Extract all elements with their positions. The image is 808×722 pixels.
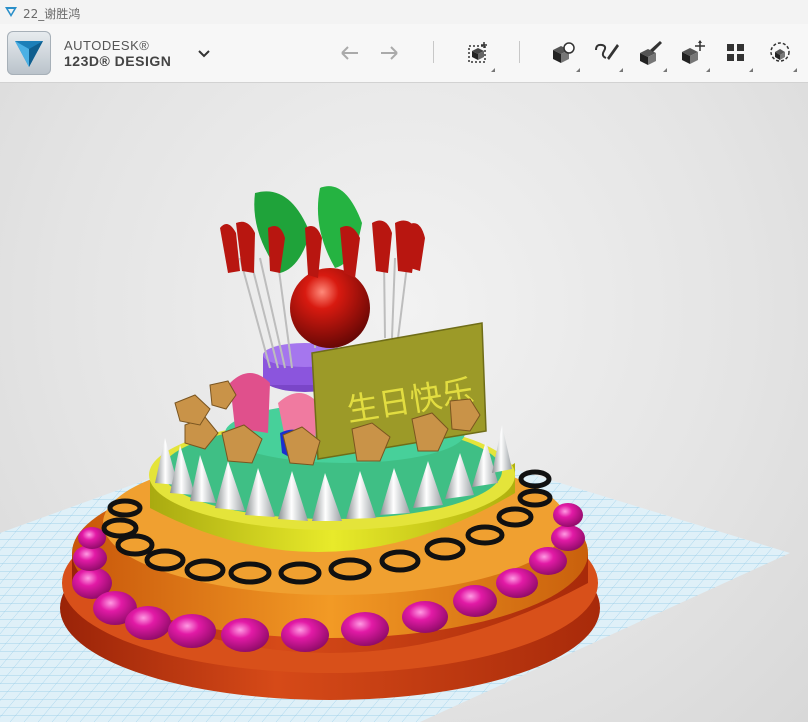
redo-arrow-icon <box>381 46 398 60</box>
sketch-pencil-icon <box>595 43 619 60</box>
construct-button[interactable] <box>635 38 667 72</box>
window-title: 22_谢胜鸿 <box>23 7 81 21</box>
cake-model-scene: 生日快乐 <box>0 186 790 722</box>
group-magnifier-icon <box>770 42 790 62</box>
pattern-button[interactable] <box>721 38 753 72</box>
app-triangle-icon <box>5 7 17 17</box>
construct-brush-icon <box>640 41 662 65</box>
modify-cube-icon <box>682 40 705 64</box>
redo-button[interactable] <box>375 38 405 68</box>
sketch-button[interactable] <box>591 38 623 72</box>
pattern-grid-icon <box>727 44 744 61</box>
transform-box-icon <box>468 42 487 63</box>
title-bar: 22_谢胜鸿 <box>0 0 808 24</box>
undo-button[interactable] <box>334 38 364 68</box>
group-button[interactable] <box>765 38 797 72</box>
primitives-button[interactable] <box>548 38 580 72</box>
transform-button[interactable] <box>463 38 495 72</box>
modify-button[interactable] <box>678 38 710 72</box>
undo-arrow-icon <box>341 46 358 60</box>
toolbar-separator <box>433 41 434 63</box>
brand-autodesk: AUTODESK® <box>64 38 150 53</box>
main-toolbar: AUTODESK® 123D® DESIGN <box>0 24 808 83</box>
cherry <box>290 268 370 348</box>
chevron-down-icon[interactable] <box>197 48 211 60</box>
app-logo[interactable] <box>7 31 51 75</box>
pink-heart <box>230 373 270 433</box>
3d-viewport[interactable]: 生日快乐 <box>0 83 808 722</box>
primitive-cube-icon <box>553 42 575 63</box>
brand-product: 123D® DESIGN <box>64 53 172 69</box>
toolbar-separator <box>519 41 520 63</box>
logo-icon <box>15 41 43 67</box>
